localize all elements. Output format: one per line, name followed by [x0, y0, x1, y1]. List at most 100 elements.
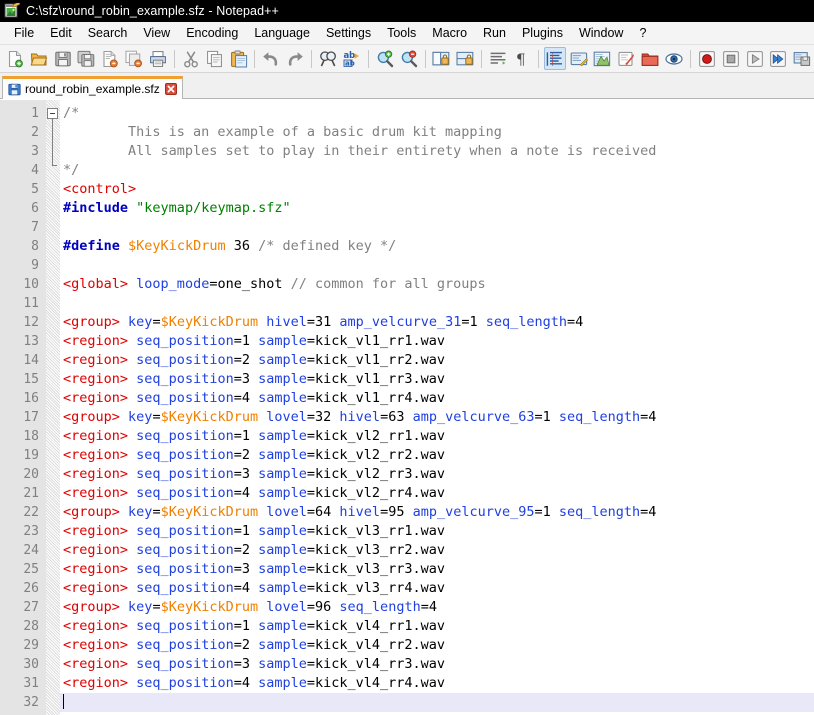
code-line[interactable]: <region> seq_position=2 sample=kick_vl2_…: [63, 446, 814, 465]
toolbar-separator: [689, 49, 691, 68]
code-token-pre: #define: [63, 238, 120, 254]
code-line[interactable]: <region> seq_position=2 sample=kick_vl4_…: [63, 636, 814, 655]
user-defined-language-icon[interactable]: [568, 47, 590, 70]
menu-item-edit[interactable]: Edit: [42, 23, 80, 43]
code-line[interactable]: <region> seq_position=1 sample=kick_vl1_…: [63, 332, 814, 351]
code-line[interactable]: <region> seq_position=4 sample=kick_vl2_…: [63, 484, 814, 503]
code-token-plain: =one_shot: [209, 276, 291, 292]
code-line[interactable]: [63, 218, 814, 237]
replace-icon[interactable]: a b ab: [341, 47, 363, 70]
code-line[interactable]: <region> seq_position=1 sample=kick_vl4_…: [63, 617, 814, 636]
close-tab-icon[interactable]: [164, 83, 177, 95]
folder-as-workspace-icon[interactable]: [639, 47, 661, 70]
save-current-macro-icon[interactable]: [791, 47, 813, 70]
document-map-icon[interactable]: [592, 47, 614, 70]
menu-item-run[interactable]: Run: [475, 23, 514, 43]
code-line[interactable]: [63, 294, 814, 313]
code-line[interactable]: [63, 256, 814, 275]
monitoring-icon[interactable]: [663, 47, 685, 70]
code-line[interactable]: <region> seq_position=1 sample=kick_vl3_…: [63, 522, 814, 541]
code-line[interactable]: <group> key=$KeyKickDrum lovel=32 hivel=…: [63, 408, 814, 427]
run-macro-multiple-times-icon[interactable]: [767, 47, 789, 70]
code-line[interactable]: <region> seq_position=3 sample=kick_vl2_…: [63, 465, 814, 484]
code-text[interactable]: /* This is an example of a basic drum ki…: [60, 100, 814, 715]
copy-icon[interactable]: [204, 47, 226, 70]
zoom-out-icon[interactable]: [398, 47, 420, 70]
show-all-characters-icon[interactable]: ¶: [511, 47, 533, 70]
code-line[interactable]: <region> seq_position=3 sample=kick_vl3_…: [63, 560, 814, 579]
menu-item-settings[interactable]: Settings: [318, 23, 379, 43]
record-macro-icon[interactable]: [696, 47, 718, 70]
fold-margin[interactable]: [46, 100, 60, 715]
word-wrap-icon[interactable]: [487, 47, 509, 70]
editor-area[interactable]: 1 2 3 4 5 6 7 8 9 10 11 12 13 14 15 16 17 18 19 20 21 22 23 24 2…: [0, 99, 814, 715]
menu-item-file[interactable]: File: [6, 23, 42, 43]
code-token-header: <region>: [63, 675, 129, 691]
code-line[interactable]: <group> key=$KeyKickDrum hivel=31 amp_ve…: [63, 313, 814, 332]
fold-corner-line: [52, 165, 57, 166]
tab-round-robin-example-sfz[interactable]: round_robin_example.sfz: [2, 76, 183, 99]
code-token-header: <group>: [63, 504, 120, 520]
code-line[interactable]: <region> seq_position=3 sample=kick_vl4_…: [63, 655, 814, 674]
new-file-icon[interactable]: [4, 47, 26, 70]
code-line[interactable]: */: [63, 161, 814, 180]
code-line[interactable]: #include "keymap/keymap.sfz": [63, 199, 814, 218]
code-token-plain: =63: [380, 409, 413, 425]
code-token-plain: =4: [640, 504, 657, 520]
code-line[interactable]: <region> seq_position=2 sample=kick_vl3_…: [63, 541, 814, 560]
stop-recording-macro-icon[interactable]: [720, 47, 742, 70]
code-line[interactable]: #define $KeyKickDrum 36 /* defined key *…: [63, 237, 814, 256]
code-token-plain: =96: [306, 599, 340, 615]
code-line[interactable]: <region> seq_position=4 sample=kick_vl1_…: [63, 389, 814, 408]
cut-icon[interactable]: [180, 47, 202, 70]
code-line[interactable]: This is an example of a basic drum kit m…: [63, 123, 814, 142]
paste-icon[interactable]: [228, 47, 250, 70]
code-token-header: <region>: [63, 390, 129, 406]
redo-icon[interactable]: [284, 47, 306, 70]
undo-icon[interactable]: [260, 47, 282, 70]
menu-item-view[interactable]: View: [135, 23, 178, 43]
code-line[interactable]: /*: [63, 104, 814, 123]
code-line[interactable]: All samples set to play in their entiret…: [63, 142, 814, 161]
menu-item-search[interactable]: Search: [80, 23, 136, 43]
function-list-icon[interactable]: [615, 47, 637, 70]
menu-item-encoding[interactable]: Encoding: [178, 23, 246, 43]
menu-item-plugins[interactable]: Plugins: [514, 23, 571, 43]
code-token-header: <group>: [63, 314, 120, 330]
find-icon[interactable]: [317, 47, 339, 70]
line-number: 23: [23, 524, 39, 539]
print-icon[interactable]: [147, 47, 169, 70]
code-token-plain: =2: [233, 542, 259, 558]
code-line[interactable]: <region> seq_position=3 sample=kick_vl1_…: [63, 370, 814, 389]
code-line[interactable]: <region> seq_position=1 sample=kick_vl2_…: [63, 427, 814, 446]
menu-item-tools[interactable]: Tools: [379, 23, 424, 43]
close-file-icon[interactable]: [99, 47, 121, 70]
menu-item-macro[interactable]: Macro: [424, 23, 475, 43]
play-macro-icon[interactable]: [744, 47, 766, 70]
code-line[interactable]: <region> seq_position=4 sample=kick_vl3_…: [63, 579, 814, 598]
menu-item-window[interactable]: Window: [571, 23, 631, 43]
save-icon[interactable]: [52, 47, 74, 70]
code-line[interactable]: <region> seq_position=2 sample=kick_vl1_…: [63, 351, 814, 370]
save-all-icon[interactable]: [76, 47, 98, 70]
code-line[interactable]: <region> seq_position=4 sample=kick_vl4_…: [63, 674, 814, 693]
indent-guide-icon[interactable]: [543, 47, 566, 70]
tab-label: round_robin_example.sfz: [25, 82, 160, 96]
menu-item-language[interactable]: Language: [246, 23, 318, 43]
code-line[interactable]: [60, 693, 814, 712]
zoom-in-icon[interactable]: [374, 47, 396, 70]
code-line[interactable]: <group> key=$KeyKickDrum lovel=96 seq_le…: [63, 598, 814, 617]
code-token-comment: /*: [63, 105, 80, 121]
fold-minus-box-icon[interactable]: [47, 108, 58, 119]
code-token-opcode: seq_length: [485, 314, 568, 330]
sync-horizontal-scroll-icon[interactable]: [454, 47, 476, 70]
code-line[interactable]: <control>: [63, 180, 814, 199]
sync-vertical-scroll-icon[interactable]: [431, 47, 453, 70]
close-all-files-icon[interactable]: [123, 47, 145, 70]
code-line[interactable]: <global> loop_mode=one_shot // common fo…: [63, 275, 814, 294]
open-file-icon[interactable]: [28, 47, 50, 70]
menu-item-[interactable]: ?: [631, 23, 654, 43]
code-line[interactable]: <group> key=$KeyKickDrum lovel=64 hivel=…: [63, 503, 814, 522]
